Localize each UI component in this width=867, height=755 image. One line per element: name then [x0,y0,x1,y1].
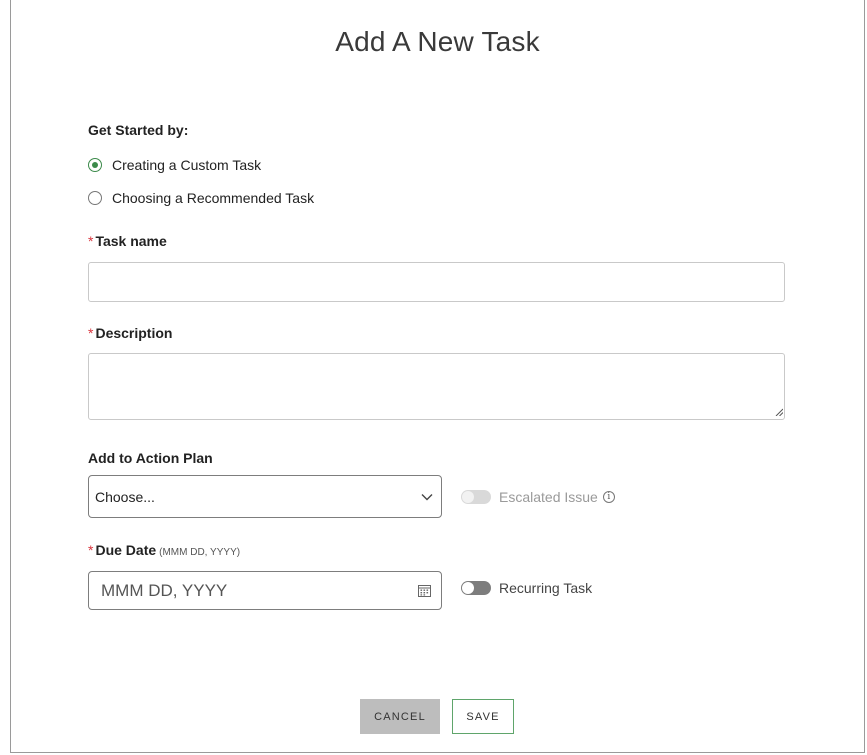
radio-recommended-task-indicator[interactable] [88,191,102,205]
task-name-label: * Task name [88,233,167,249]
required-marker: * [88,233,94,249]
escalated-issue-label: Escalated Issue [499,489,598,505]
recurring-task-label: Recurring Task [499,580,593,596]
radio-custom-task-label: Creating a Custom Task [112,157,262,173]
cancel-button[interactable]: CANCEL [360,699,440,734]
add-task-dialog: Add A New Task Get Started by: Creating … [10,0,865,753]
required-marker: * [88,542,94,558]
radio-custom-task-indicator[interactable] [88,158,102,172]
action-plan-label: Add to Action Plan [88,450,213,466]
save-button[interactable]: SAVE [452,699,514,734]
resize-grip-icon[interactable] [775,408,783,416]
task-name-input[interactable] [88,262,785,302]
recurring-task-toggle-row: Recurring Task [461,580,592,596]
escalated-issue-toggle-row: Escalated Issue i [461,489,615,505]
dialog-title: Add A New Task [335,26,540,57]
due-date-placeholder: MMM DD, YYYY [101,580,228,600]
radio-custom-task[interactable]: Creating a Custom Task [88,157,261,173]
action-plan-selected-value: Choose... [95,488,155,505]
info-icon[interactable]: i [602,491,615,503]
required-marker: * [88,325,94,341]
action-plan-select[interactable]: Choose... [88,475,442,518]
description-textarea[interactable] [88,353,785,420]
description-label-text: Description [95,325,173,341]
calendar-icon[interactable] [418,584,431,597]
toggle-knob [462,582,474,594]
description-label: * Description [88,325,172,341]
escalated-issue-toggle[interactable] [461,490,491,504]
due-date-input[interactable]: MMM DD, YYYY [88,571,442,610]
task-name-label-text: Task name [95,233,167,249]
get-started-label: Get Started by: [88,122,189,138]
chevron-down-icon [421,493,433,500]
toggle-knob [462,491,474,503]
recurring-task-toggle[interactable] [461,581,491,595]
radio-recommended-task-label: Choosing a Recommended Task [112,190,315,206]
due-date-format-hint: (MMM DD, YYYY) [159,547,241,558]
due-date-label: * Due Date (MMM DD, YYYY) [88,542,240,558]
radio-recommended-task[interactable]: Choosing a Recommended Task [88,190,314,206]
due-date-label-text: Due Date [95,542,157,558]
